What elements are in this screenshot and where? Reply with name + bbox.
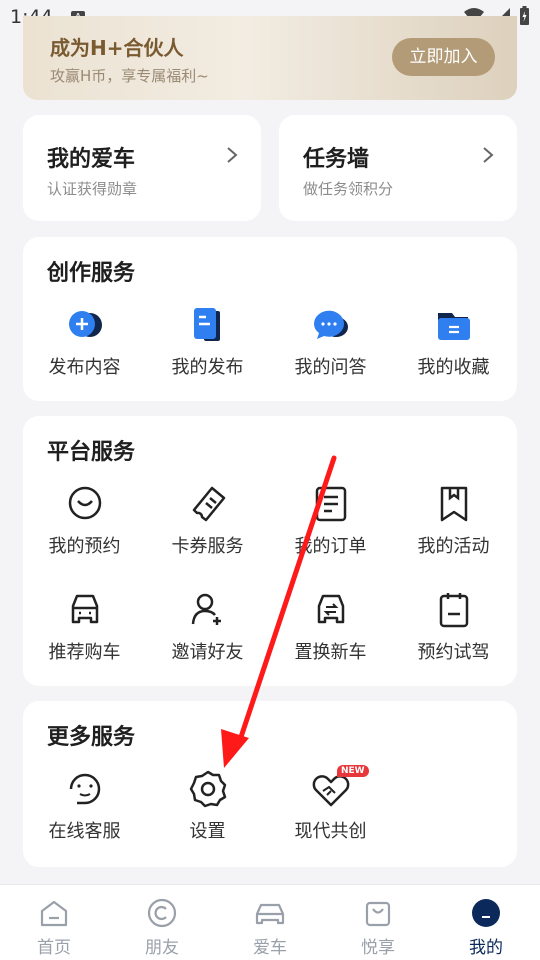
item-label: 我的收藏 [417, 357, 490, 378]
clock-icon [63, 482, 107, 526]
folder-icon [432, 303, 476, 347]
section-title: 更多服务 [47, 725, 136, 750]
invite-friends-item[interactable]: 邀请好友 [146, 588, 269, 688]
order-list-icon [309, 482, 353, 526]
coupon-service-item[interactable]: 卡券服务 [146, 482, 269, 582]
tab-friends[interactable]: 朋友 [108, 885, 216, 960]
bottom-tab-bar: 首页 朋友 爱车 悦享 我的 [0, 884, 540, 960]
item-label: 在线客服 [48, 821, 121, 842]
section-title: 平台服务 [47, 440, 136, 465]
new-badge: NEW [337, 765, 369, 777]
test-drive-item[interactable]: 预约试驾 [392, 588, 515, 688]
tab-label: 朋友 [145, 938, 179, 958]
my-favorites-item[interactable]: 我的收藏 [392, 303, 515, 403]
add-user-icon [186, 588, 230, 632]
my-car-card[interactable]: 我的爱车 认证获得勋章 [23, 115, 261, 221]
tab-label: 首页 [37, 938, 71, 958]
recommend-purchase-item[interactable]: 推荐购车 [23, 588, 146, 688]
publish-plus-icon [63, 303, 107, 347]
my-car-subtitle: 认证获得勋章 [47, 180, 138, 198]
my-qa-item[interactable]: 我的问答 [269, 303, 392, 403]
tab-mine[interactable]: 我的 [432, 885, 540, 960]
tab-home[interactable]: 首页 [0, 885, 108, 960]
item-label: 推荐购车 [48, 642, 121, 663]
item-label: 现代共创 [294, 821, 367, 842]
item-label: 邀请好友 [171, 642, 244, 663]
task-wall-card[interactable]: 任务墙 做任务领积分 [279, 115, 517, 221]
my-car-title: 我的爱车 [47, 147, 136, 172]
chevron-right-icon [483, 147, 494, 163]
item-label: 我的活动 [417, 536, 490, 557]
ticket-icon [186, 482, 230, 526]
my-publish-item[interactable]: 我的发布 [146, 303, 269, 403]
car-icon [255, 903, 285, 925]
banner-title: 成为H+合伙人 [50, 36, 184, 60]
circle-c-icon [147, 898, 177, 928]
car-swap-icon [309, 588, 353, 632]
my-orders-item[interactable]: 我的订单 [269, 482, 392, 582]
online-support-item[interactable]: 在线客服 [23, 767, 146, 867]
publish-content-item[interactable]: 发布内容 [23, 303, 146, 403]
tab-label: 悦享 [361, 938, 395, 958]
item-label: 我的预约 [48, 536, 121, 557]
item-label: 我的发布 [171, 357, 244, 378]
trade-in-item[interactable]: 置换新车 [269, 588, 392, 688]
item-label: 我的问答 [294, 357, 367, 378]
task-wall-subtitle: 做任务领积分 [303, 180, 394, 198]
chat-bubble-icon [309, 303, 353, 347]
my-activities-item[interactable]: 我的活动 [392, 482, 515, 582]
heart-handshake-icon: NEW [309, 765, 369, 811]
tab-label: 爱车 [253, 938, 287, 958]
item-label: 预约试驾 [417, 642, 490, 663]
tab-car[interactable]: 爱车 [216, 885, 324, 960]
profile-avatar-icon [472, 899, 500, 927]
settings-item[interactable]: 设置 [146, 767, 269, 867]
tab-label: 我的 [469, 938, 503, 958]
headset-chat-icon [63, 767, 107, 811]
join-now-button[interactable]: 立即加入 [392, 38, 495, 76]
item-label: 设置 [189, 821, 226, 842]
calendar-icon [432, 588, 476, 632]
section-title: 创作服务 [47, 261, 136, 286]
bookmark-icon [432, 482, 476, 526]
banner-subtitle: 攻赢H币，享专属福利~ [50, 67, 209, 85]
gear-icon [186, 767, 230, 811]
tab-enjoy[interactable]: 悦享 [324, 885, 432, 960]
item-label: 置换新车 [294, 642, 367, 663]
item-label: 我的订单 [294, 536, 367, 557]
home-icon [40, 900, 68, 927]
platform-services-section: 平台服务 我的预约 卡券服务 我的订单 我的活动 推荐购车 邀请好友 置换新车 … [23, 416, 517, 686]
battery-icon [520, 6, 529, 25]
partner-banner[interactable]: 成为H+合伙人 攻赢H币，享专属福利~ 立即加入 [23, 16, 517, 100]
item-label: 卡券服务 [171, 536, 244, 557]
chevron-right-icon [227, 147, 238, 163]
item-label: 发布内容 [48, 357, 121, 378]
hyundai-cocreation-item[interactable]: NEW 现代共创 [269, 765, 392, 867]
creation-services-section: 创作服务 发布内容 我的发布 我的问答 我的收藏 [23, 237, 517, 401]
document-icon [186, 303, 230, 347]
more-services-section: 更多服务 在线客服 设置 NEW 现代共创 [23, 701, 517, 867]
shopping-bag-icon [365, 901, 391, 927]
my-reservation-item[interactable]: 我的预约 [23, 482, 146, 582]
car-front-icon [63, 588, 107, 632]
task-wall-title: 任务墙 [303, 147, 370, 172]
